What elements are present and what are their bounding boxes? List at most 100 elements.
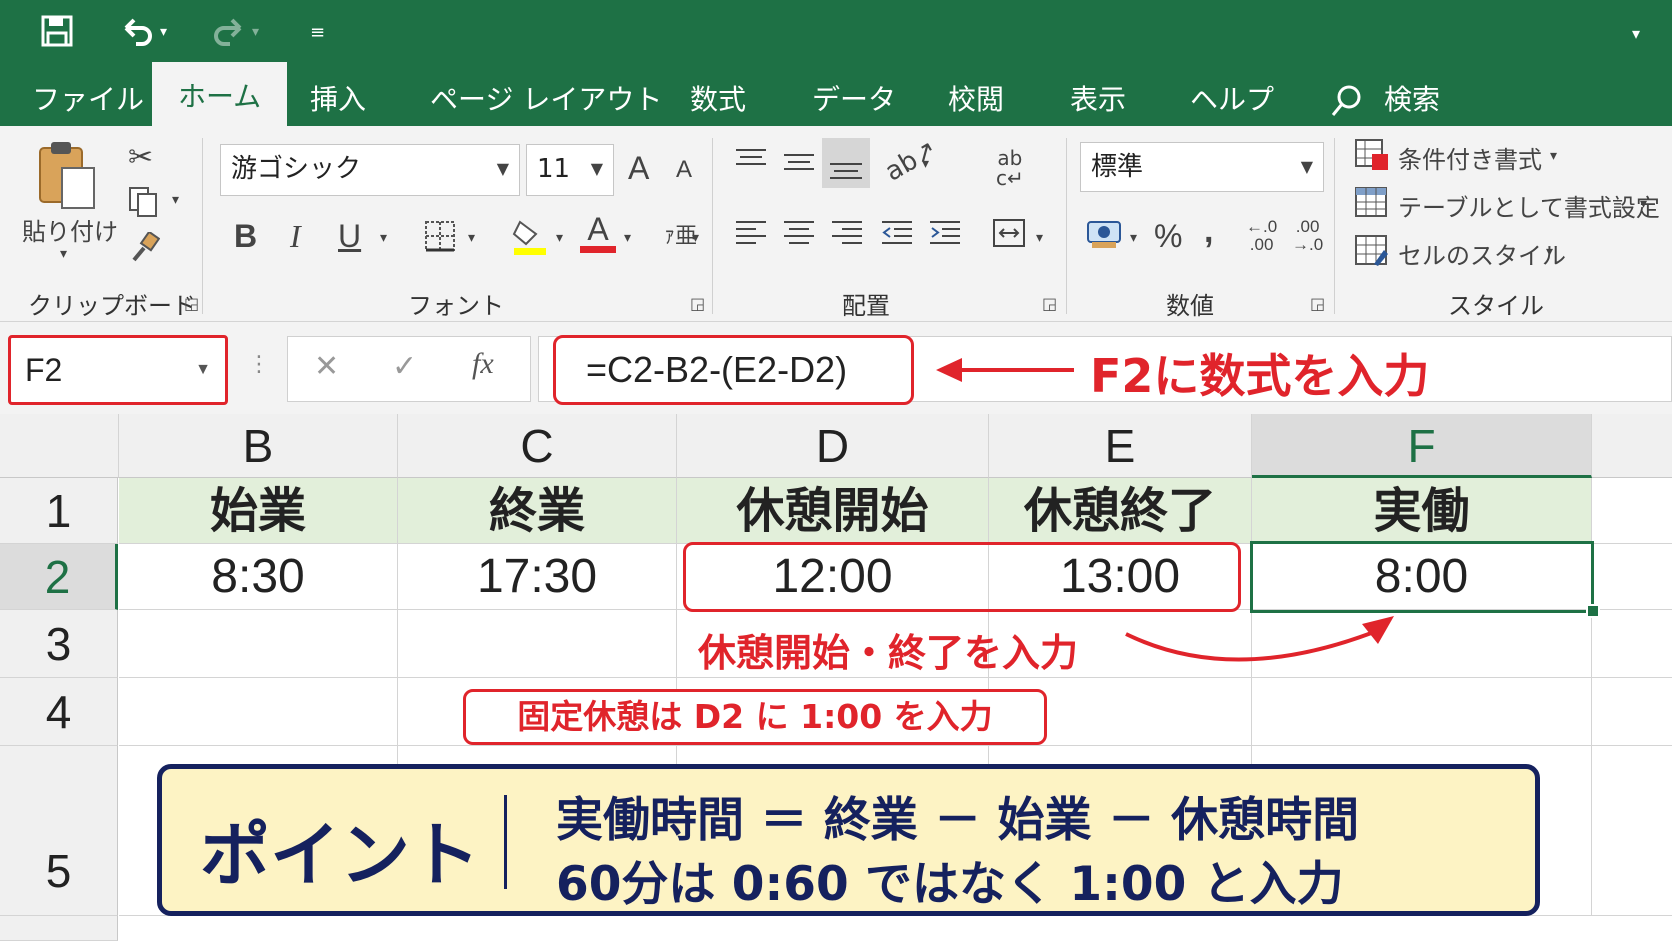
grow-font-button[interactable]: A [628,150,649,187]
tab-view[interactable]: 表示 [1070,74,1126,126]
increase-decimal-button[interactable]: ←.0.00 [1246,218,1277,254]
clipboard-launcher-icon[interactable]: ◲ [184,294,199,313]
cell-b4[interactable] [119,678,398,746]
tab-data[interactable]: データ [812,74,896,126]
percent-button[interactable]: % [1154,218,1182,255]
font-size-dropdown[interactable]: 11 ▼ [526,144,614,196]
cell-styles-button[interactable]: セルのスタイル [1398,236,1566,271]
format-painter-icon[interactable] [128,230,161,268]
tab-home[interactable]: ホーム [152,62,288,126]
ribbon-options-icon[interactable]: ▾ [1632,24,1640,43]
row-header-5[interactable]: 5 [0,746,118,916]
cell-styles-dropdown-icon[interactable]: ▾ [1546,244,1553,260]
cell-g5[interactable] [1592,746,1672,916]
decrease-decimal-button[interactable]: .00 →.0 [1292,218,1323,254]
wrap-text-icon[interactable]: ab c↵ [996,148,1024,188]
align-bottom-icon[interactable] [822,138,870,188]
cell-c2[interactable]: 17:30 [398,544,677,610]
column-header-f[interactable]: F [1252,414,1592,478]
column-header-g[interactable] [1592,414,1672,478]
row-header-4[interactable]: 4 [0,678,118,746]
tab-search[interactable]: 検索 [1384,74,1440,126]
alignment-launcher-icon[interactable]: ◲ [1042,294,1057,313]
shrink-font-button[interactable]: A [676,156,692,184]
comma-button[interactable]: , [1204,212,1213,251]
decrease-indent-icon[interactable] [880,218,914,252]
paste-dropdown-icon[interactable]: ▾ [60,246,67,262]
formula-text[interactable]: =C2-B2-(E2-D2) [553,335,914,405]
conditional-formatting-button[interactable]: 条件付き書式 [1398,140,1542,175]
bold-button[interactable]: B [234,218,257,255]
increase-indent-icon[interactable] [928,218,962,252]
cell-styles-icon[interactable] [1354,234,1390,272]
column-header-b[interactable]: B [119,414,398,478]
borders-icon[interactable] [424,220,456,256]
merge-dropdown-icon[interactable]: ▾ [1036,230,1043,246]
cell-g2[interactable] [1592,544,1672,610]
copy-icon[interactable] [128,186,158,222]
conditional-formatting-dropdown-icon[interactable]: ▾ [1550,148,1557,164]
fill-color-icon[interactable] [510,216,550,260]
align-top-icon[interactable] [734,146,768,180]
tab-file[interactable]: ファイル [32,74,144,126]
row-header-2[interactable]: 2 [0,544,118,610]
row-header-3[interactable]: 3 [0,610,118,678]
number-format-dropdown[interactable]: 標準 ▼ [1080,142,1324,192]
tab-help[interactable]: ヘルプ [1190,74,1274,126]
tab-formulas[interactable]: 数式 [690,74,746,126]
currency-dropdown-icon[interactable]: ▾ [1130,230,1137,246]
customize-qat-icon[interactable]: ≡ [310,22,325,43]
undo-dropdown-icon[interactable]: ▾ [160,24,167,40]
orientation-icon[interactable]: ab↗ [880,134,942,187]
underline-dropdown-icon[interactable]: ▾ [380,230,387,246]
cell-f4[interactable] [1252,678,1592,746]
column-header-d[interactable]: D [677,414,989,478]
fill-color-dropdown-icon[interactable]: ▾ [556,230,563,246]
cancel-icon[interactable]: ✕ [314,349,339,384]
name-box[interactable]: F2 ▼ [8,335,228,405]
font-name-dropdown[interactable]: 游ゴシック ▼ [220,144,520,196]
insert-function-icon[interactable]: fx [472,347,494,381]
currency-icon[interactable] [1086,216,1122,256]
cell-c1[interactable]: 終業 [398,478,677,544]
row-header-6[interactable] [0,916,118,941]
font-launcher-icon[interactable]: ◲ [690,294,705,313]
borders-dropdown-icon[interactable]: ▾ [468,230,475,246]
format-as-table-dropdown-icon[interactable]: ▾ [1640,196,1647,212]
cell-d1[interactable]: 休憩開始 [677,478,989,544]
format-as-table-icon[interactable] [1354,186,1390,224]
column-header-c[interactable]: C [398,414,677,478]
enter-icon[interactable]: ✓ [392,349,417,384]
align-center-icon[interactable] [782,218,816,252]
cell-b3[interactable] [119,610,398,678]
cell-f1[interactable]: 実働 [1252,478,1592,544]
cut-icon[interactable]: ✂ [128,140,153,175]
corner-select-all[interactable] [0,414,119,478]
paste-icon[interactable] [36,138,98,214]
cell-b2[interactable]: 8:30 [119,544,398,610]
copy-dropdown-icon[interactable]: ▾ [172,192,179,208]
align-left-icon[interactable] [734,218,768,252]
cell-c3[interactable] [398,610,677,678]
merge-center-icon[interactable] [992,218,1026,252]
conditional-formatting-icon[interactable] [1354,138,1390,176]
paste-label[interactable]: 貼り付け [22,212,118,247]
tab-page-layout[interactable]: ページ レイアウト [430,74,662,126]
underline-button[interactable]: U [338,218,361,255]
cell-g4[interactable] [1592,678,1672,746]
cell-g3[interactable] [1592,610,1672,678]
cell-e1[interactable]: 休憩終了 [989,478,1252,544]
save-icon[interactable] [40,14,74,54]
undo-icon[interactable] [120,14,154,54]
cell-b1[interactable]: 始業 [119,478,398,544]
column-header-e[interactable]: E [989,414,1252,478]
cell-g1[interactable] [1592,478,1672,544]
align-right-icon[interactable] [830,218,864,252]
number-launcher-icon[interactable]: ◲ [1310,294,1325,313]
formula-bar-grip-icon[interactable]: ⋮ [248,352,270,377]
phonetic-dropdown-icon[interactable]: ▾ [692,230,699,246]
font-color-dropdown-icon[interactable]: ▾ [624,230,631,246]
row-header-1[interactable]: 1 [0,478,118,544]
font-color-icon[interactable]: A [580,212,616,253]
align-middle-icon[interactable] [782,146,816,180]
